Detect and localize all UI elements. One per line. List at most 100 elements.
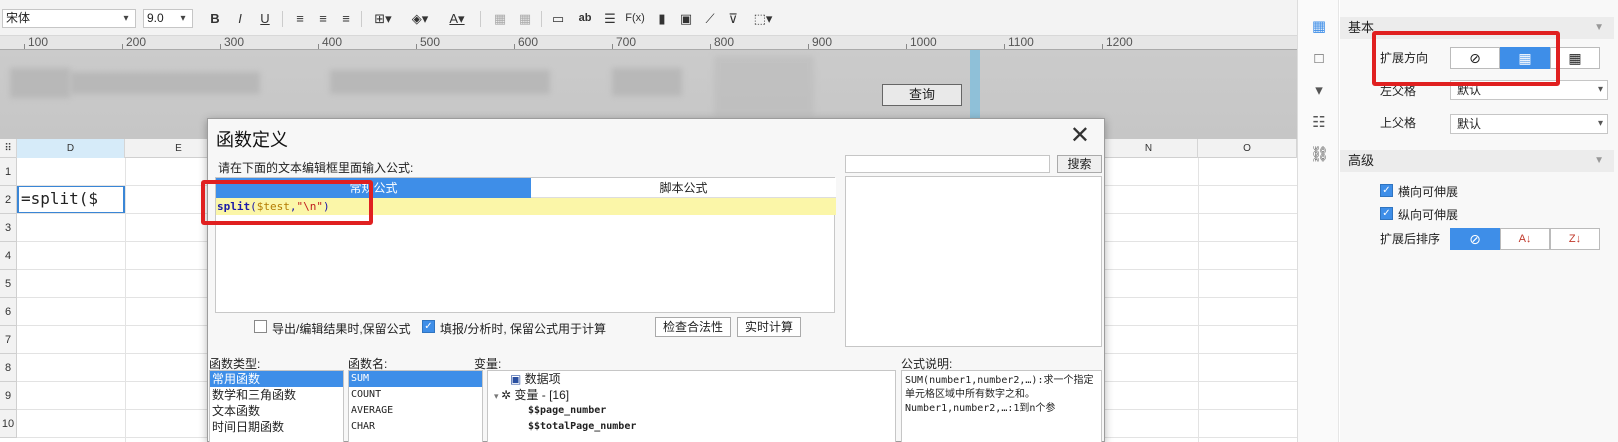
ruler-tick — [710, 44, 711, 49]
font-name-select[interactable]: 宋体 ▾ — [2, 9, 136, 28]
align-left-icon[interactable]: ≡ — [290, 9, 310, 28]
row-header[interactable]: 2 — [0, 186, 17, 214]
image-icon[interactable]: ▣ — [676, 9, 696, 28]
split-cells-icon[interactable]: ▦ — [515, 9, 535, 28]
bold-button[interactable]: B — [205, 9, 225, 28]
formula-description: SUM(number1,number2,…):求一个指定单元格区域中所有数字之和… — [901, 370, 1102, 442]
italic-button[interactable]: I — [230, 9, 250, 28]
sort-desc-icon[interactable]: Z↓ — [1550, 228, 1600, 250]
list-item[interactable]: 文本函数 — [210, 403, 343, 419]
export-keep-formula-checkbox[interactable] — [254, 320, 267, 333]
search-button[interactable]: 搜索 — [1057, 155, 1102, 173]
sort-none-button[interactable]: ⊘ — [1450, 228, 1500, 250]
list-item[interactable]: 时间日期函数 — [210, 419, 343, 435]
function-definition-dialog: 函数定义 ✕ 请在下面的文本编辑框里面输入公式: 搜索 常规公式 脚本公式 sp… — [207, 118, 1105, 442]
close-icon[interactable]: ✕ — [1070, 121, 1090, 150]
chevron-down-icon: ▾ — [123, 13, 129, 24]
underline-button[interactable]: U — [255, 9, 275, 28]
row-header[interactable]: 10 — [0, 410, 17, 438]
chevron-down-icon: ▾ — [1597, 118, 1603, 129]
align-right-icon[interactable]: ≡ — [336, 9, 356, 28]
grid-line — [125, 158, 126, 442]
function-search-input[interactable] — [845, 155, 1050, 173]
list-item[interactable]: AVERAGE — [349, 403, 482, 419]
abc-button[interactable]: ab — [575, 9, 595, 28]
tab-script-formula[interactable]: 脚本公式 — [531, 178, 836, 198]
formula-button[interactable]: F(x) — [622, 9, 648, 28]
fill-keep-formula-checkbox[interactable]: ✓ — [422, 320, 435, 333]
list-item[interactable]: CHAR — [349, 419, 482, 435]
search-results-panel[interactable] — [845, 176, 1102, 347]
list-item[interactable]: 数学和三角函数 — [210, 387, 343, 403]
align-center-icon[interactable]: ≡ — [313, 9, 333, 28]
ruler-label: 1200 — [1106, 35, 1133, 49]
ruler-tick — [612, 44, 613, 49]
column-header-n[interactable]: N — [1100, 139, 1198, 158]
toolbar-divider — [361, 11, 362, 27]
sort-asc-icon[interactable]: A↓ — [1500, 228, 1550, 250]
toolbar-divider — [480, 11, 481, 27]
filter-icon[interactable]: ⊽ — [723, 9, 743, 28]
tree-item-vars[interactable]: ▾ ✲ 变量 - [16] — [488, 387, 895, 403]
row-header[interactable]: 6 — [0, 298, 17, 326]
cell-attr-icon[interactable]: ▦ — [1310, 18, 1328, 36]
realtime-calc-button[interactable]: 实时计算 — [737, 317, 801, 337]
query-button[interactable]: 查询 — [882, 84, 962, 106]
column-header-o[interactable]: O — [1198, 139, 1297, 158]
corner-handle[interactable]: ⠿ — [0, 139, 17, 158]
row-header[interactable]: 1 — [0, 158, 17, 186]
list-item[interactable]: COUNT — [349, 387, 482, 403]
widget-icon[interactable]: ▾ — [1310, 82, 1328, 100]
row-header[interactable]: 8 — [0, 354, 17, 382]
variables-tree[interactable]: ▣ 数据项 ▾ ✲ 变量 - [16] $$page_number $$tota… — [487, 370, 896, 442]
function-types-list[interactable]: 常用函数 数学和三角函数 文本函数 时间日期函数 — [209, 370, 344, 442]
section-advanced[interactable]: 高级 ▼ — [1340, 150, 1614, 172]
font-color-icon[interactable]: A▾ — [442, 9, 472, 28]
active-cell-d2[interactable]: =split($ — [17, 185, 125, 214]
row-header[interactable]: 5 — [0, 270, 17, 298]
border-icon[interactable]: ⊞▾ — [368, 9, 398, 28]
hyperlink-icon[interactable]: ⛓ — [1310, 146, 1329, 164]
section-title: 基本 — [1348, 20, 1375, 35]
ruler-tick — [808, 44, 809, 49]
font-name-value: 宋体 — [6, 11, 31, 25]
tree-item-var[interactable]: $$page_number — [488, 403, 895, 419]
ruler-label: 1000 — [910, 35, 937, 49]
property-icon-bar: ▦ □ ▾ ☷ ⛓ — [1297, 0, 1339, 442]
grid-line — [1198, 158, 1199, 442]
ruler-tick — [318, 44, 319, 49]
cell-style-icon[interactable]: □ — [1310, 50, 1328, 68]
subreport-icon[interactable]: ⬚▾ — [748, 9, 778, 28]
chart-icon[interactable]: ▮ — [652, 9, 672, 28]
slash-cell-icon[interactable]: ⟋ — [700, 9, 720, 28]
row-header[interactable]: 4 — [0, 242, 17, 270]
ruler-tick — [1004, 44, 1005, 49]
list-item[interactable]: SUM — [349, 371, 482, 387]
blurred-block — [714, 56, 814, 116]
list-item[interactable]: 常用函数 — [210, 371, 343, 387]
row-header[interactable]: 3 — [0, 214, 17, 242]
check-validity-button[interactable]: 检查合法性 — [655, 317, 731, 337]
variable-icon: ✲ — [501, 388, 515, 402]
top-parent-select[interactable]: 默认 ▾ — [1450, 114, 1608, 134]
merge-cells-icon[interactable]: ▦ — [490, 9, 510, 28]
function-names-list[interactable]: SUM COUNT AVERAGE CHAR — [348, 370, 483, 442]
chevron-down-icon: ▼ — [1594, 155, 1604, 166]
text-field-icon[interactable]: ▭ — [548, 9, 568, 28]
ruler-tick — [24, 44, 25, 49]
tree-item-label: 数据项 — [524, 372, 561, 386]
top-parent-value: 默认 — [1457, 117, 1482, 131]
condition-icon[interactable]: ☷ — [1310, 114, 1328, 132]
tree-item-var[interactable]: $$totalPage_number — [488, 419, 895, 435]
toolbar-divider — [541, 11, 542, 27]
tree-item-data[interactable]: ▣ 数据项 — [488, 371, 895, 387]
rich-text-icon[interactable]: ☰ — [600, 9, 620, 28]
font-size-select[interactable]: 9.0 ▾ — [143, 9, 193, 28]
fill-color-icon[interactable]: ◈▾ — [405, 9, 435, 28]
blurred-block — [612, 68, 682, 96]
row-header[interactable]: 9 — [0, 382, 17, 410]
column-header-d[interactable]: D — [17, 139, 125, 158]
h-expand-checkbox[interactable]: ✓ — [1380, 184, 1393, 197]
v-expand-checkbox[interactable]: ✓ — [1380, 207, 1393, 220]
row-header[interactable]: 7 — [0, 326, 17, 354]
